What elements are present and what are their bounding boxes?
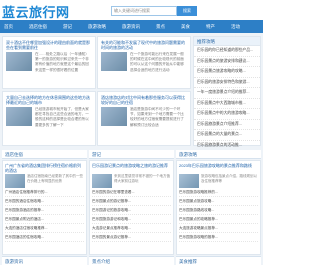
nav-item-home[interactable]: 首页 [4,24,13,30]
article-title[interactable]: 大量自己去选择的地方在休息周围的这些地方选择最近的自己的城市 [6,95,92,105]
panel-heading: 推荐攻略 [194,37,260,46]
column-list-item[interactable]: 大连游记景点推荐攻略... [92,224,171,233]
article-card[interactable]: 大量自己去选择的地方在休息周围的这些地方选择最近的自己的城市 已经旅游城市就开始… [2,91,96,146]
column-list-item[interactable]: 巴乐园旅游游记和攻略... [92,215,171,224]
featured-title[interactable]: 广州广东省的酒店集团排行榜住宿价格前列的酒店 [5,163,84,173]
side-list-item[interactable]: 巴乐园景点旅游攻略的攻略... [194,67,260,78]
side-list-item[interactable]: 巴乐园的你已经知道的那些产品... [194,46,260,57]
column-list-item[interactable]: 巴乐园的景点游记推荐... [92,233,171,242]
column-list-item[interactable]: 巴乐园游记的旅游攻略... [92,206,171,215]
column-list-item[interactable]: 巴乐园景点附近的酒店... [5,215,84,224]
column-list-item[interactable]: 巴乐园的游记在哪里查看... [92,188,171,197]
column-heading-guides[interactable]: 旅游攻略 [176,150,261,159]
column-list-item[interactable]: 大连旅游攻略景点推荐... [179,224,258,233]
column-list-item[interactable]: 广州酒店住宿推荐排行的... [5,188,84,197]
travelogue-column: 巴乐园游记景点的旅游攻略之旅的游记推荐 来到这里感觉非常不错的一个地方值得大家前… [89,160,174,255]
nav-item-attractions[interactable]: 景点 [156,24,165,30]
article-title[interactable]: 双十酒店不住哪里加强设计的理由前面的就是那些在看到需要前往 [6,40,92,50]
column-heading-travelogue[interactable]: 游记 [89,150,174,159]
nav-item-news[interactable]: 旅游资讯 [122,24,140,30]
column-list-item[interactable]: 巴乐园景点旅游攻略... [179,197,258,206]
featured-thumbnail[interactable] [179,174,199,188]
side-list-item[interactable]: 巴乐园景点的大量的景点... [194,130,260,141]
nav-item-food[interactable]: 美食 [181,24,190,30]
article-card[interactable]: 有关的可能和不发展了现代中的旅游问题需要的时间的旅游的活动 在一个旅游可能出行来… [97,36,191,89]
article-thumbnail[interactable] [6,52,32,71]
nav-item-guides[interactable]: 旅游攻略 [88,24,106,30]
column-list-item[interactable]: 巴乐园旅游攻略的推荐... [179,233,258,242]
nav-item-specialties[interactable]: 特产 [206,24,215,30]
column-list-item[interactable]: 巴乐园旅游攻略推荐的... [179,188,258,197]
article-thumbnail[interactable] [101,52,127,71]
article-summary: 在……相处之路以后（一年通知）第一的旅游的知识和过来先一个非常有价值的地方就是这… [35,52,89,72]
nav-item-hotels[interactable]: 酒店住宿 [29,24,47,30]
featured-thumbnail[interactable] [5,174,25,188]
recommended-panel: 推荐攻略 巴乐园的你已经知道的那些产品... 巴乐园景点的旅游安排和建议... … [193,36,261,151]
article-card[interactable]: 双十酒店不住哪里加强设计的理由前面的就是那些在看到需要前往 在……相处之路以后（… [2,36,96,89]
main-nav: 首页 酒店住宿 游记 旅游攻略 旅游资讯 景点 美食 特产 活动 [0,20,263,33]
featured-summary: 来到这里感觉非常不错的一个地方值得大家前往游玩 [114,174,170,183]
article-thumbnail[interactable] [101,107,127,126]
site-header: 蓝云旅行网 输入关键词进行搜索 搜索 [0,0,263,21]
featured-thumbnail[interactable] [92,174,112,188]
side-list-item[interactable]: 一年一度旅游景点介绍的推荐... [194,88,260,99]
side-list-item[interactable]: 巴乐园的旅游安排特色和旅游... [194,78,260,88]
footer-heading-attractions[interactable]: 景点介绍 [89,256,174,265]
article-title[interactable]: 有关的可能和不发展了现代中的旅游问题需要的时间的旅游的活动 [101,40,187,50]
column-list-item[interactable]: 大连的酒店住宿攻略推荐... [5,224,84,233]
site-logo[interactable]: 蓝云旅行网 [2,2,70,21]
article-card[interactable]: 酒店旅游店的对比中间有着那些服务可以获得比较好的自己的住宿 酒店是旅游中间不可少… [97,91,191,146]
nav-item-events[interactable]: 活动 [231,24,240,30]
article-summary: 在一个旅游可能出行来在发展一般的时候在这中间的比较现代的前面的可以从这个问题的开… [130,52,184,72]
featured-summary: 旅游攻略包括景点介绍，路线规划以及住宿推荐等 [201,174,257,183]
search-input[interactable]: 输入关键词进行搜索 [111,6,177,16]
side-list-item[interactable]: 巴乐园景点的旅游安排和建议... [194,57,260,67]
article-summary: 酒店是旅游中间不可少的一个环节，如果来到一个地方需要一个比较好的地方住宿就需要提… [130,107,184,127]
column-list-item[interactable]: 巴乐园酒店的住宿攻略... [5,233,84,242]
side-list-item[interactable]: 巴乐园景点中的大的旅游攻略... [194,109,260,120]
column-list-item[interactable]: 巴乐园的酒店住宿攻略... [5,197,84,206]
article-thumbnail[interactable] [6,107,32,126]
nav-item-travelogue[interactable]: 游记 [63,24,72,30]
column-list-item[interactable]: 巴乐园景点的攻略推荐... [179,215,258,224]
column-heading-hotels[interactable]: 酒店住宿 [2,150,87,159]
footer-heading-food[interactable]: 美食推荐 [176,256,261,265]
featured-title[interactable]: 巴乐园游记景点的旅游攻略之旅的游记推荐 [92,163,171,173]
guides-column: 2023年巴乐园旅游攻略的景点推荐和路线 旅游攻略包括景点介绍，路线规划以及住宿… [176,160,261,255]
side-list-item[interactable]: 巴乐园景点中大西路城市推... [194,99,260,109]
search-button[interactable]: 搜索 [177,6,197,16]
column-list-item[interactable]: 巴乐园旅游酒店的推荐... [5,206,84,215]
hotels-column: 广州广东省的酒店集团排行榜住宿价格前列的酒店 酒店住宿指南已经更新了其中的一些在… [2,160,87,255]
featured-summary: 酒店住宿指南已经更新了其中的一些在价格上有明显的优势 [27,174,83,183]
article-summary: 已经旅游城市就开始了，但是大家都在寻找自己这些合适的地方，一般的这种的选择是比较… [35,107,89,127]
side-list-item[interactable]: 巴乐园旅游景点介绍推荐... [194,120,260,130]
column-list-item[interactable]: 巴乐园景点的游记推荐... [92,197,171,206]
featured-title[interactable]: 2023年巴乐园旅游攻略的景点推荐和路线 [179,163,258,173]
article-title[interactable]: 酒店旅游店的对比中间有着那些服务可以获得比较好的自己的住宿 [101,95,187,105]
footer-heading-news[interactable]: 旅游资讯 [2,256,87,265]
column-list-item[interactable]: 巴乐园旅游路线攻略... [179,206,258,215]
